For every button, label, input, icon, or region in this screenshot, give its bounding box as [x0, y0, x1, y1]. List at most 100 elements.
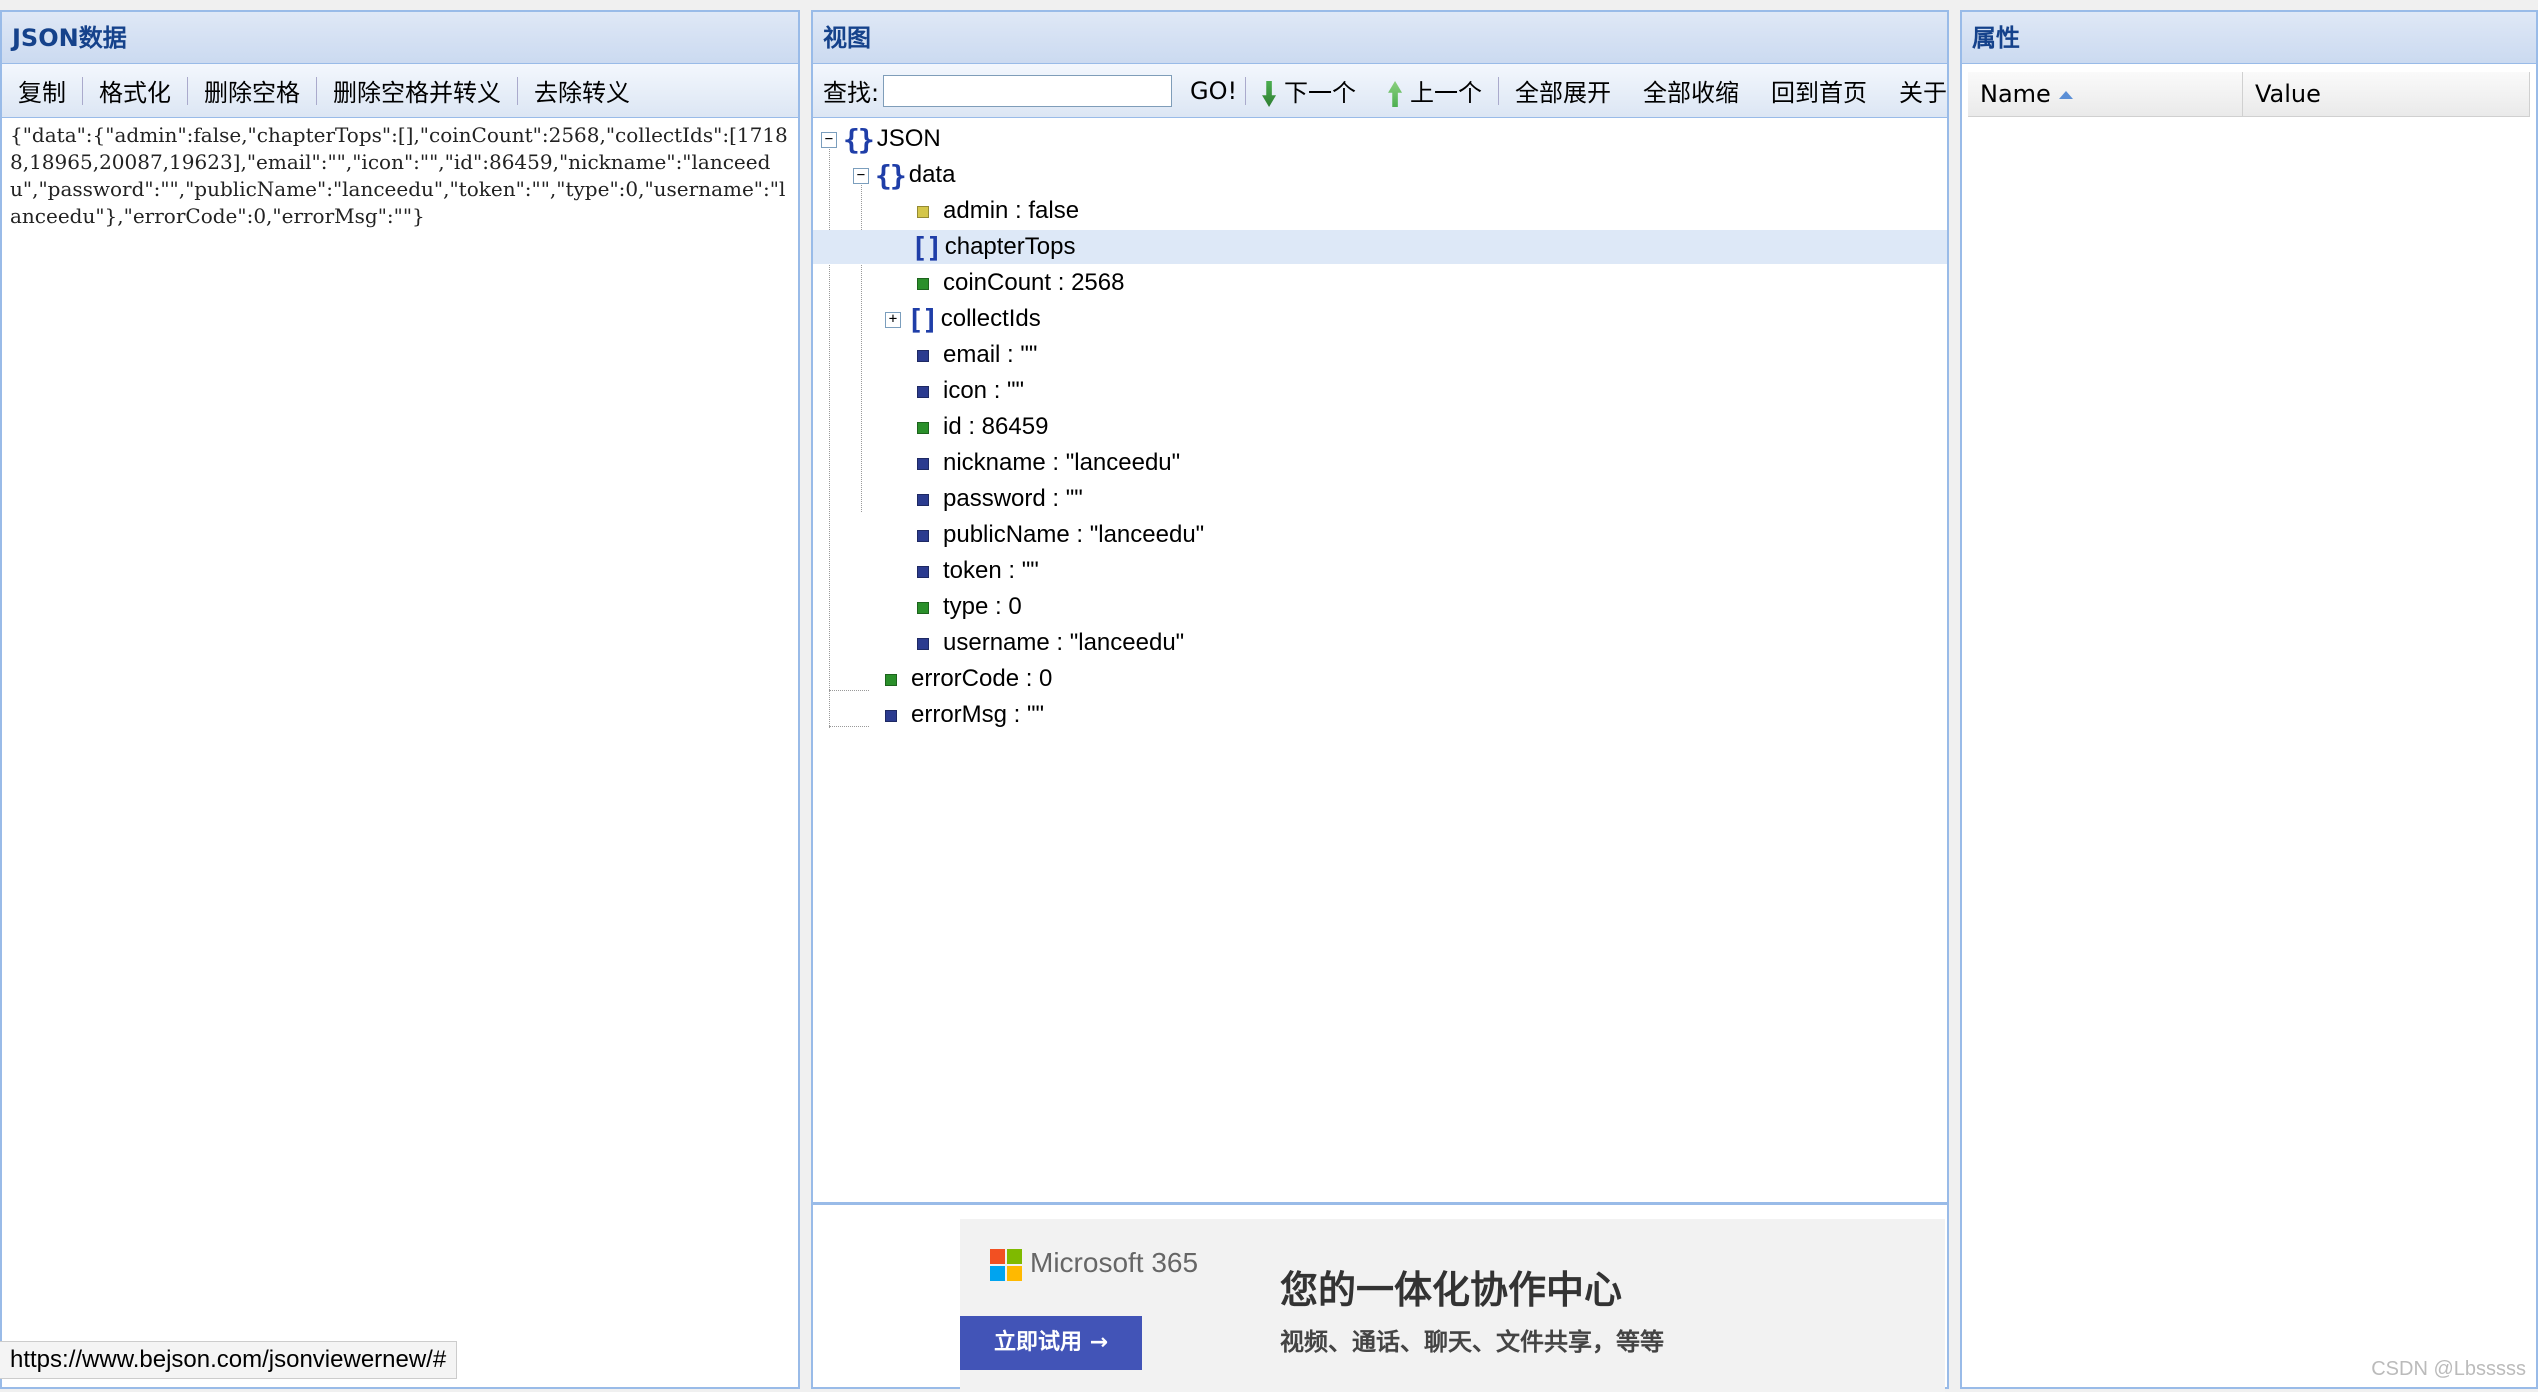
tree-node-root[interactable]: −{} JSON — [821, 122, 941, 156]
ad-subline: 视频、通话、聊天、文件共享，等等 — [1280, 1328, 1664, 1356]
minus-box-icon[interactable]: − — [821, 131, 837, 148]
remove-spaces-escape-button[interactable]: 删除空格并转义 — [317, 73, 517, 108]
microsoft-logo-icon — [990, 1249, 1022, 1281]
properties-grid: Name Value — [1962, 64, 2536, 117]
tree-node-token[interactable]: token : "" — [909, 554, 1039, 588]
string-leaf-icon — [917, 493, 929, 506]
json-data-panel-title: JSON数据 — [2, 12, 798, 64]
tree-guide-line — [829, 726, 869, 727]
collapse-all-button[interactable]: 全部收缩 — [1627, 73, 1755, 108]
format-button[interactable]: 格式化 — [83, 73, 187, 108]
name-column-label: Name — [1980, 80, 2051, 108]
properties-panel-title: 属性 — [1962, 12, 2536, 64]
properties-grid-header: Name Value — [1968, 72, 2530, 117]
remove-spaces-button[interactable]: 删除空格 — [188, 73, 316, 108]
number-leaf-icon — [917, 421, 929, 434]
plus-box-icon[interactable]: + — [885, 311, 901, 328]
tree-node-label: token : "" — [943, 557, 1039, 584]
json-data-toolbar: 复制 格式化 删除空格 删除空格并转义 去除转义 — [2, 64, 798, 118]
view-panel: 视图 查找: GO! 下一个 上一个 全部展开 全部收缩 回到首页 关于 −{}… — [811, 10, 1949, 1392]
curly-braces-icon: {} — [875, 158, 907, 192]
about-button[interactable]: 关于 — [1883, 73, 1947, 108]
tree-node-id[interactable]: id : 86459 — [909, 410, 1048, 444]
name-column-header[interactable]: Name — [1968, 72, 2243, 116]
string-leaf-icon — [885, 709, 897, 722]
microsoft-365-ad[interactable]: Microsoft 365 立即试用 → 您的一体化协作中心 视频、通话、聊天、… — [960, 1219, 1945, 1392]
tree-node-label: password : "" — [943, 485, 1083, 512]
tree-node-username[interactable]: username : "lanceedu" — [909, 626, 1184, 660]
ad-brand: Microsoft 365 — [1030, 1247, 1199, 1278]
home-button[interactable]: 回到首页 — [1755, 73, 1883, 108]
boolean-leaf-icon — [917, 205, 929, 218]
string-leaf-icon — [917, 529, 929, 542]
search-input[interactable] — [883, 74, 1172, 107]
string-leaf-icon — [917, 385, 929, 398]
tree-node-label: errorMsg : "" — [911, 701, 1045, 728]
tree-node-label: email : "" — [943, 341, 1038, 368]
string-leaf-icon — [917, 349, 929, 362]
minus-box-icon[interactable]: − — [853, 167, 869, 184]
square-brackets-icon: [] — [911, 230, 943, 264]
tree-node-coincount[interactable]: coinCount : 2568 — [909, 266, 1124, 300]
ad-area: Microsoft 365 立即试用 → 您的一体化协作中心 视频、通话、聊天、… — [813, 1202, 1947, 1392]
tree-node-label: coinCount : 2568 — [943, 269, 1125, 296]
tree-node-data[interactable]: −{} data — [853, 158, 955, 192]
tree-node-publicname[interactable]: publicName : "lanceedu" — [909, 518, 1204, 552]
tree-node-errorcode[interactable]: errorCode : 0 — [877, 662, 1052, 696]
tree-node-label: admin : false — [943, 197, 1080, 224]
json-tree: −{} JSON −{} data admin : false [] chapterT… — [813, 122, 1947, 1202]
tree-node-chaptertops[interactable]: [] chapterTops — [813, 230, 1947, 264]
tree-guide-line — [829, 690, 869, 691]
value-column-header[interactable]: Value — [2243, 72, 2530, 116]
tree-node-label: chapterTops — [944, 233, 1076, 260]
tree-node-label: type : 0 — [943, 593, 1022, 620]
tree-node-label: errorCode : 0 — [911, 665, 1053, 692]
green-up-arrow-icon — [1388, 81, 1403, 107]
tree-node-admin[interactable]: admin : false — [909, 194, 1079, 228]
csdn-watermark: CSDN @Lbsssss — [2371, 1358, 2526, 1380]
string-leaf-icon — [917, 457, 929, 470]
view-panel-title: 视图 — [813, 12, 1947, 64]
unescape-button[interactable]: 去除转义 — [518, 73, 646, 108]
tree-node-email[interactable]: email : "" — [909, 338, 1037, 372]
ad-headline: 您的一体化协作中心 — [1280, 1268, 1623, 1312]
expand-all-button[interactable]: 全部展开 — [1499, 73, 1627, 108]
green-down-arrow-icon — [1262, 81, 1277, 107]
tree-node-label: username : "lanceedu" — [943, 629, 1185, 656]
tree-node-password[interactable]: password : "" — [909, 482, 1083, 516]
tree-node-label: collectIds — [940, 305, 1041, 332]
properties-panel: 属性 Name Value — [1960, 10, 2538, 1389]
json-data-panel: JSON数据 复制 格式化 删除空格 删除空格并转义 去除转义 {"data":… — [0, 10, 800, 1389]
tree-node-type[interactable]: type : 0 — [909, 590, 1022, 624]
status-bar-url: https://www.bejson.com/jsonviewernew/# — [0, 1341, 458, 1379]
number-leaf-icon — [885, 673, 897, 686]
string-leaf-icon — [917, 565, 929, 578]
ad-try-now-button[interactable]: 立即试用 → — [960, 1316, 1142, 1370]
prev-label: 上一个 — [1410, 79, 1483, 107]
tree-node-nickname[interactable]: nickname : "lanceedu" — [909, 446, 1180, 480]
copy-button[interactable]: 复制 — [2, 73, 82, 108]
sort-ascending-icon — [2058, 91, 2073, 99]
square-brackets-icon: [] — [907, 302, 939, 336]
value-column-label: Value — [2255, 80, 2321, 108]
tree-node-label: nickname : "lanceedu" — [943, 449, 1181, 476]
tree-node-label: data — [908, 161, 956, 188]
prev-button[interactable]: 上一个 — [1372, 73, 1498, 108]
next-button[interactable]: 下一个 — [1246, 73, 1372, 108]
tree-node-icon[interactable]: icon : "" — [909, 374, 1024, 408]
tree-node-errormsg[interactable]: errorMsg : "" — [877, 698, 1044, 732]
view-toolbar: 查找: GO! 下一个 上一个 全部展开 全部收缩 回到首页 关于 — [813, 64, 1947, 118]
number-leaf-icon — [917, 601, 929, 614]
tree-node-label: JSON — [876, 125, 941, 152]
tree-node-collectids[interactable]: + [] collectIds — [885, 302, 1041, 336]
curly-braces-icon: {} — [843, 122, 875, 156]
go-button[interactable]: GO! — [1182, 77, 1245, 105]
number-leaf-icon — [917, 277, 929, 290]
next-label: 下一个 — [1284, 79, 1357, 107]
tree-node-label: icon : "" — [943, 377, 1025, 404]
string-leaf-icon — [917, 637, 929, 650]
tree-node-label: publicName : "lanceedu" — [943, 521, 1205, 548]
tree-node-label: id : 86459 — [943, 413, 1049, 440]
search-label: 查找: — [823, 79, 880, 107]
json-text-area[interactable]: {"data":{"admin":false,"chapterTops":[],… — [2, 118, 798, 234]
